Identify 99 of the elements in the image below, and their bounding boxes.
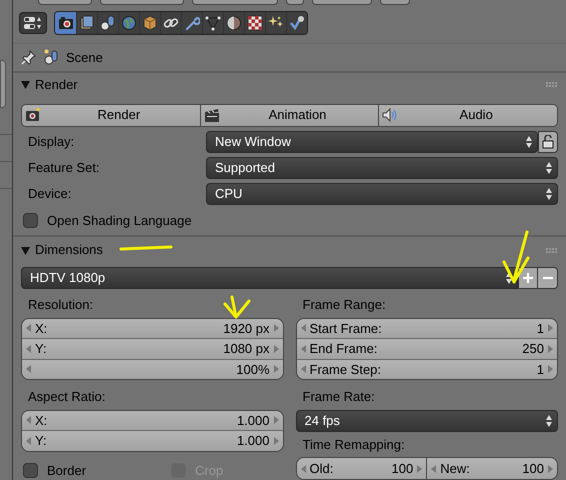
decrement-arrow-icon	[26, 324, 31, 332]
render-button[interactable]: Audio	[378, 104, 557, 126]
properties-tab[interactable]	[181, 12, 202, 34]
decrement-arrow-icon	[26, 436, 31, 445]
properties-tab[interactable]	[55, 12, 76, 34]
up-down-arrows-icon	[545, 160, 553, 174]
decrement-arrow-icon	[300, 344, 306, 353]
number-field[interactable]: Y: 1.000	[22, 430, 282, 450]
increment-arrow-icon	[274, 344, 278, 353]
number-field[interactable]: X: 1920 px	[22, 318, 282, 338]
expanded-triangle-icon[interactable]	[21, 80, 30, 89]
properties-tab[interactable]	[139, 12, 160, 34]
panel-title: Render	[35, 76, 78, 94]
plus-icon	[522, 272, 534, 284]
header-button[interactable]	[100, 0, 184, 5]
properties-tab[interactable]	[223, 12, 244, 34]
properties-editor-icon	[23, 16, 43, 30]
picture-icon	[79, 15, 95, 32]
number-field[interactable]: Start Frame: 1	[296, 318, 557, 338]
header-button[interactable]	[38, 0, 92, 5]
dropdown[interactable]: CPU	[206, 182, 558, 204]
header-button[interactable]	[192, 0, 278, 5]
increment-arrow-icon	[274, 365, 278, 374]
scene-icon	[44, 49, 58, 66]
decrement-arrow-icon	[300, 365, 306, 374]
section-label: Aspect Ratio:	[27, 388, 106, 406]
up-down-arrows-icon	[525, 134, 533, 148]
section-label: Resolution:	[27, 296, 94, 314]
drag-grip-icon[interactable]	[546, 248, 558, 252]
decrement-arrow-icon	[26, 344, 31, 353]
camera-icon	[25, 107, 41, 123]
drag-grip-icon[interactable]	[546, 82, 558, 87]
section-label: Frame Rate:	[302, 388, 375, 406]
annotation-arrow	[500, 230, 530, 286]
annotation-arrow	[222, 294, 252, 320]
editor-type-selector[interactable]	[19, 12, 47, 34]
number-field[interactable]: End Frame: 250	[296, 338, 557, 358]
up-down-arrows-icon	[545, 186, 553, 200]
section-label: Frame Range:	[302, 296, 386, 314]
increment-arrow-icon	[548, 365, 553, 374]
header-button[interactable]	[286, 0, 304, 5]
field-label: Feature Set:	[27, 158, 101, 177]
properties-tab[interactable]	[118, 12, 139, 34]
material-sphere-icon	[226, 15, 242, 32]
checkbox-label: Open Shading Language	[47, 212, 192, 230]
header-button[interactable]	[312, 0, 372, 5]
decrement-arrow-icon	[300, 324, 306, 332]
checkbox-label: Border	[47, 462, 86, 480]
add-preset-button[interactable]	[518, 267, 538, 289]
number-field[interactable]: X: 1.000	[22, 410, 282, 430]
properties-tab[interactable]	[97, 12, 118, 34]
section-label: Time Remapping:	[302, 436, 405, 454]
lock-button[interactable]	[538, 130, 558, 152]
up-down-arrows-icon	[505, 271, 513, 285]
dropdown[interactable]: New Window	[206, 130, 538, 152]
triangle-vertices-icon	[205, 15, 221, 32]
field-label: Device:	[27, 184, 72, 203]
number-field[interactable]: Y: 1080 px	[22, 338, 282, 358]
properties-tab[interactable]	[202, 12, 223, 34]
increment-arrow-icon	[274, 324, 278, 332]
properties-tab[interactable]	[244, 12, 265, 34]
pin-icon[interactable]	[21, 50, 36, 65]
speaker-icon	[382, 107, 398, 123]
decrement-arrow-icon	[26, 416, 31, 424]
remove-preset-button[interactable]	[538, 267, 558, 289]
globe-icon	[121, 15, 137, 32]
checkbox[interactable]	[23, 212, 38, 228]
annotation-underline	[119, 245, 173, 251]
properties-tab[interactable]	[160, 12, 181, 34]
checkbox[interactable]	[23, 462, 38, 478]
padlock-icon	[542, 134, 554, 148]
dropdown[interactable]: 24 fps	[296, 410, 558, 432]
render-button[interactable]: Animation	[200, 104, 378, 126]
increment-arrow-icon	[548, 344, 553, 353]
decrement-arrow-icon	[26, 365, 31, 374]
clapperboard-icon	[204, 107, 220, 123]
properties-tab[interactable]	[265, 12, 286, 34]
increment-arrow-icon	[274, 436, 278, 445]
camera-icon	[58, 15, 74, 32]
number-field[interactable]: 100%	[22, 358, 282, 379]
render-button[interactable]: Render	[22, 104, 200, 126]
panel-title: Dimensions	[35, 241, 103, 260]
check-sphere-icon	[289, 15, 305, 32]
field-label: Display:	[27, 132, 76, 151]
cube-icon	[142, 15, 158, 32]
increment-arrow-icon	[274, 416, 278, 424]
expanded-triangle-icon[interactable]	[21, 246, 30, 254]
up-down-arrows-icon	[545, 414, 553, 428]
dropdown[interactable]: Supported	[206, 156, 558, 178]
header-button[interactable]	[380, 0, 410, 5]
context-label: Scene	[66, 48, 103, 67]
properties-tab[interactable]	[286, 12, 307, 34]
dropdown[interactable]: HDTV 1080p	[21, 267, 518, 289]
properties-tab[interactable]	[76, 12, 97, 34]
wrench-icon	[184, 15, 200, 32]
checker-texture-icon	[247, 15, 263, 32]
number-field[interactable]: Frame Step: 1	[296, 358, 557, 379]
objects-icon	[100, 15, 116, 32]
increment-arrow-icon	[548, 324, 553, 332]
